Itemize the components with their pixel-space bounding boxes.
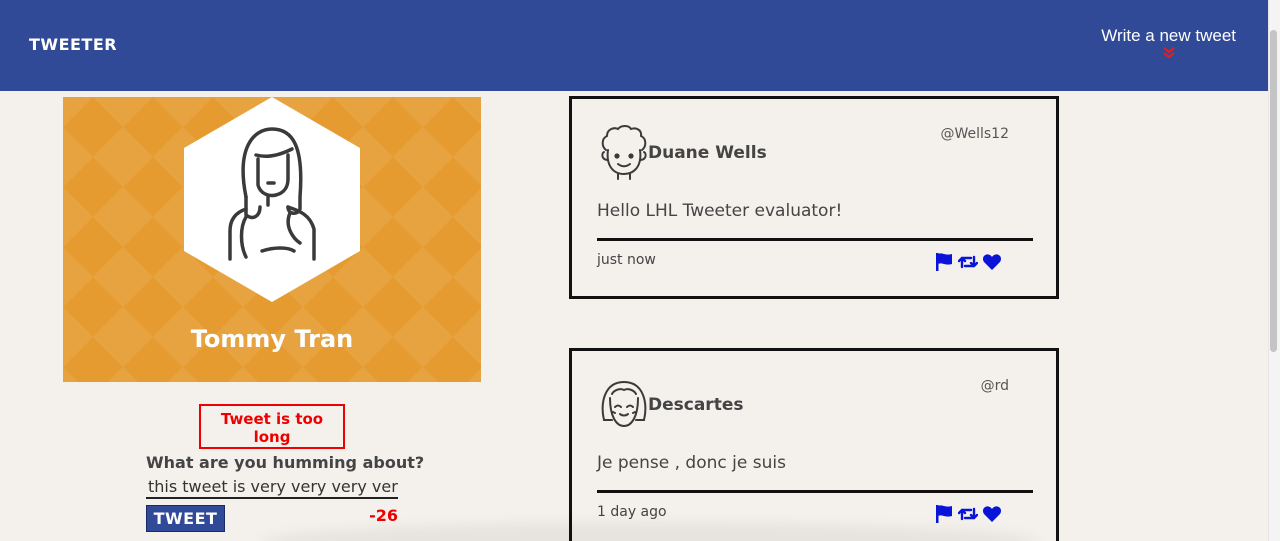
logo[interactable]: TWEETER xyxy=(29,35,117,54)
tweet-actions xyxy=(934,504,1002,524)
tweet-author-handle: @Wells12 xyxy=(940,126,1009,142)
tweet-text-input[interactable] xyxy=(146,476,398,499)
error-message: Tweet is too long xyxy=(199,404,345,449)
tweet-author-name: Duane Wells xyxy=(648,143,767,163)
top-navbar: TWEETER Write a new tweet xyxy=(0,0,1268,91)
tweet-author-handle: @rd xyxy=(980,378,1009,394)
write-new-tweet-label[interactable]: Write a new tweet xyxy=(1101,26,1236,45)
flag-icon[interactable] xyxy=(934,252,954,272)
tweet-actions xyxy=(934,252,1002,272)
profile-avatar-icon xyxy=(184,97,360,302)
profile-banner: Tommy Tran xyxy=(63,97,481,382)
double-chevron-down-icon[interactable] xyxy=(1161,47,1177,59)
tweet-submit-button[interactable]: TWEET xyxy=(146,505,225,532)
tweet-card: Duane Wells @Wells12 Hello LHL Tweeter e… xyxy=(569,96,1059,299)
scrollbar-thumb[interactable] xyxy=(1270,30,1277,352)
app-window: TWEETER Write a new tweet Tommy Tran Twe… xyxy=(0,0,1268,541)
write-new-tweet-button[interactable]: Write a new tweet xyxy=(1101,26,1236,59)
heart-icon[interactable] xyxy=(982,504,1002,524)
curly-hair-avatar-icon xyxy=(601,125,647,180)
tweet-timestamp: just now xyxy=(597,252,656,268)
tweet-card: Descartes @rd Je pense , donc je suis 1 … xyxy=(569,348,1059,541)
character-counter: -26 xyxy=(369,506,398,525)
heart-icon[interactable] xyxy=(982,252,1002,272)
retweet-icon[interactable] xyxy=(958,252,978,272)
profile-name: Tommy Tran xyxy=(190,325,354,353)
tweet-divider xyxy=(597,490,1033,493)
tweet-divider xyxy=(597,238,1033,241)
tweet-content: Hello LHL Tweeter evaluator! xyxy=(597,201,843,221)
compose-prompt-label: What are you humming about? xyxy=(146,453,425,472)
tweet-content: Je pense , donc je suis xyxy=(597,453,786,473)
tweet-timestamp: 1 day ago xyxy=(597,504,667,520)
bob-hair-avatar-icon xyxy=(601,380,647,428)
flag-icon[interactable] xyxy=(934,504,954,524)
tweet-author-name: Descartes xyxy=(648,395,744,415)
vertical-scrollbar[interactable] xyxy=(1268,0,1280,541)
retweet-icon[interactable] xyxy=(958,504,978,524)
